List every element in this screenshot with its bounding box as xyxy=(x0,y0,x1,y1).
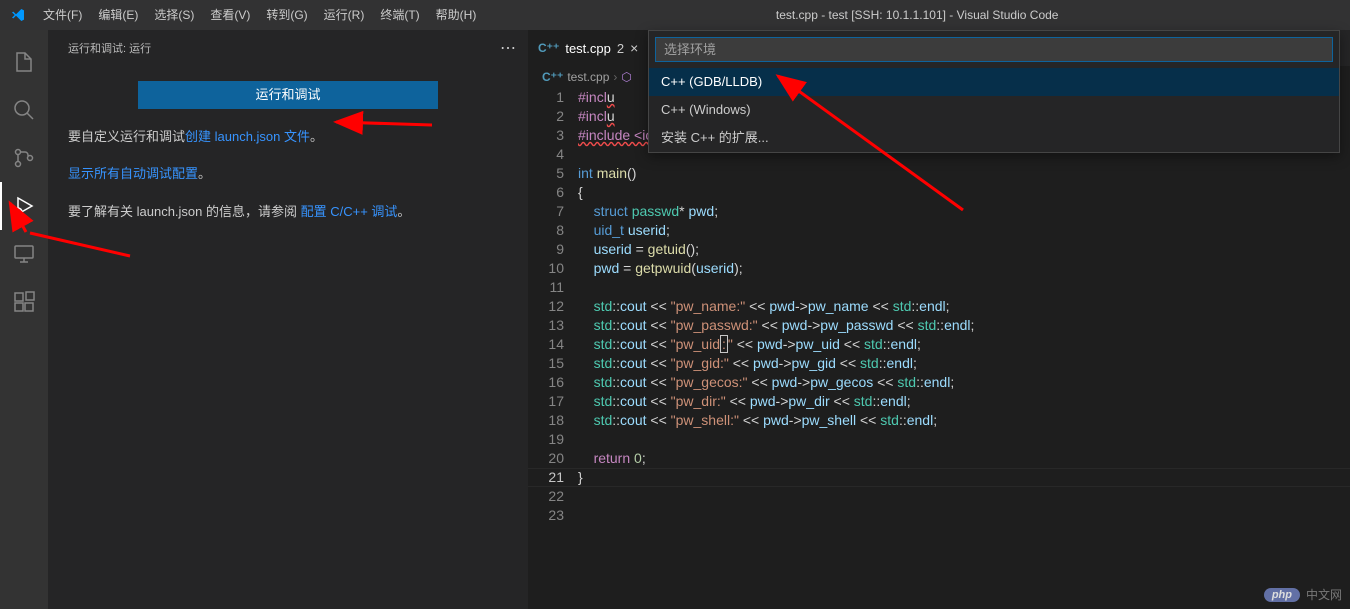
run-and-debug-button[interactable]: 运行和调试 xyxy=(138,81,438,109)
menu-edit[interactable]: 编辑(E) xyxy=(90,0,146,30)
run-debug-icon[interactable] xyxy=(0,182,48,230)
activity-bar xyxy=(0,30,48,609)
configure-cpp-debug-link[interactable]: 配置 C/C++ 调试 xyxy=(301,204,398,219)
title-bar: 文件(F) 编辑(E) 选择(S) 查看(V) 转到(G) 运行(R) 终端(T… xyxy=(0,0,1350,30)
more-actions-icon[interactable]: ⋯ xyxy=(500,38,516,58)
menu-run[interactable]: 运行(R) xyxy=(316,0,373,30)
chevron-right-icon: › xyxy=(613,70,617,84)
cpp-file-icon: C⁺⁺ xyxy=(542,70,563,84)
menu-help[interactable]: 帮助(H) xyxy=(428,0,485,30)
window-title: test.cpp - test [SSH: 10.1.1.101] - Visu… xyxy=(484,8,1350,22)
menu-go[interactable]: 转到(G) xyxy=(258,0,315,30)
code-lines[interactable]: #inclu#inclu#include <iostream> int main… xyxy=(578,88,1350,609)
tab-modified-badge: 2 xyxy=(617,41,624,56)
custom-text: 要自定义运行和调试创建 launch.json 文件。 xyxy=(68,125,508,148)
code-editor[interactable]: 1234567891011121314151617181920212223 #i… xyxy=(528,88,1350,609)
symbol-icon: ⬡ xyxy=(621,70,631,84)
sidebar-header: 运行和调试: 运行 ⋯ xyxy=(48,30,528,65)
vscode-logo-icon xyxy=(0,7,35,23)
search-icon[interactable] xyxy=(0,86,48,134)
editor-area: C⁺⁺ test.cpp 2 × C⁺⁺ test.cpp › ⬡ 123456… xyxy=(528,30,1350,609)
menu-bar: 文件(F) 编辑(E) 选择(S) 查看(V) 转到(G) 运行(R) 终端(T… xyxy=(35,0,484,30)
environment-picker-input[interactable] xyxy=(655,37,1333,62)
cpp-file-icon: C⁺⁺ xyxy=(538,41,559,55)
sidebar-body: 运行和调试 要自定义运行和调试创建 launch.json 文件。 显示所有自动… xyxy=(48,65,528,247)
remote-explorer-icon[interactable] xyxy=(0,230,48,278)
env-option-windows[interactable]: C++ (Windows) xyxy=(649,96,1339,124)
line-gutter: 1234567891011121314151617181920212223 xyxy=(528,88,578,609)
tab-test-cpp[interactable]: C⁺⁺ test.cpp 2 × xyxy=(528,30,649,66)
menu-file[interactable]: 文件(F) xyxy=(35,0,90,30)
learn-more-text: 要了解有关 launch.json 的信息，请参阅 配置 C/C++ 调试。 xyxy=(68,200,508,223)
watermark: php 中文网 xyxy=(1264,586,1342,603)
show-auto-debug-configs-link[interactable]: 显示所有自动调试配置 xyxy=(68,166,198,181)
php-badge: php xyxy=(1264,588,1300,602)
create-launch-json-link[interactable]: 创建 launch.json 文件 xyxy=(185,129,310,144)
explorer-icon[interactable] xyxy=(0,38,48,86)
run-debug-sidebar: 运行和调试: 运行 ⋯ 运行和调试 要自定义运行和调试创建 launch.jso… xyxy=(48,30,528,609)
tab-filename: test.cpp xyxy=(565,41,611,56)
environment-picker: C++ (GDB/LLDB) C++ (Windows) 安装 C++ 的扩展.… xyxy=(648,30,1340,153)
source-control-icon[interactable] xyxy=(0,134,48,182)
show-configs-text: 显示所有自动调试配置。 xyxy=(68,162,508,185)
sidebar-title: 运行和调试: 运行 xyxy=(68,40,151,56)
extensions-icon[interactable] xyxy=(0,278,48,326)
env-option-gdb-lldb[interactable]: C++ (GDB/LLDB) xyxy=(649,68,1339,96)
menu-selection[interactable]: 选择(S) xyxy=(146,0,202,30)
menu-view[interactable]: 查看(V) xyxy=(202,0,258,30)
env-option-install-ext[interactable]: 安装 C++ 的扩展... xyxy=(649,124,1339,152)
close-tab-icon[interactable]: × xyxy=(630,40,638,56)
breadcrumb-file: test.cpp xyxy=(567,70,609,84)
menu-terminal[interactable]: 终端(T) xyxy=(372,0,427,30)
watermark-text: 中文网 xyxy=(1306,586,1342,603)
